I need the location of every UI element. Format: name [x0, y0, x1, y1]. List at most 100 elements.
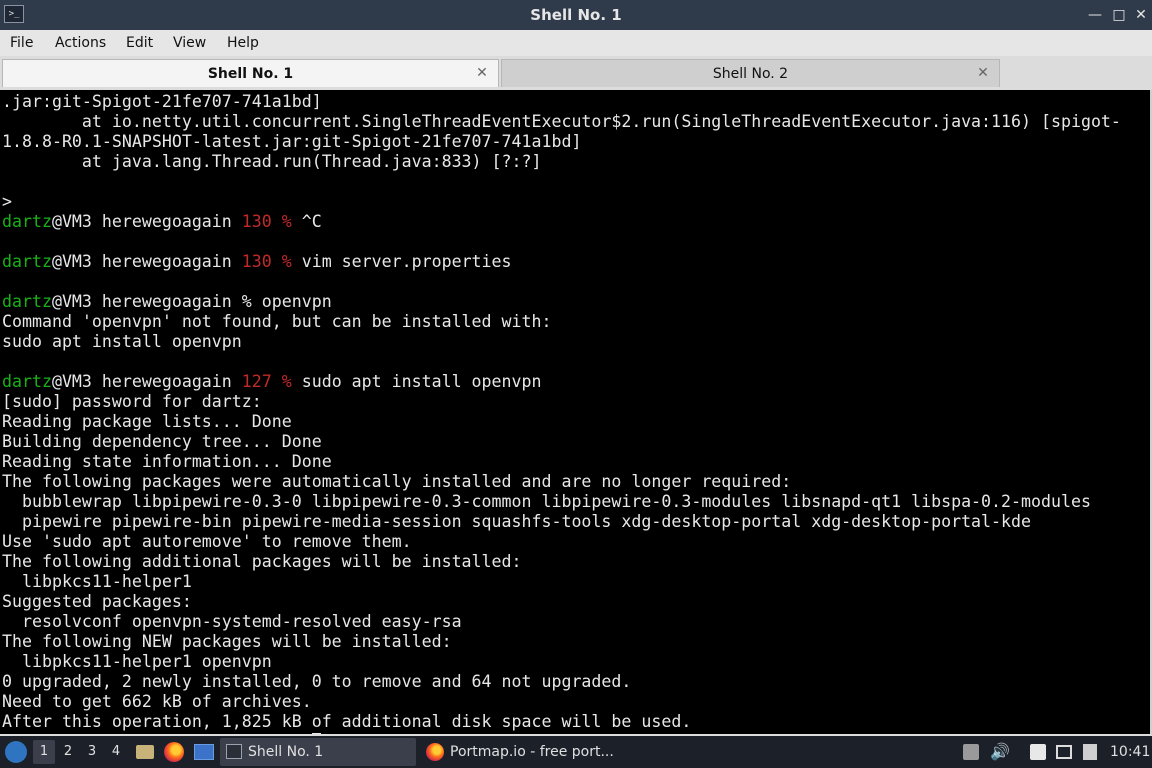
terminal-text: at java.lang.Thread.run(Thread.java:833)…	[2, 152, 542, 171]
terminal-text: The following packages were automaticall…	[2, 472, 792, 491]
taskbar: 1 2 3 4 Shell No. 1 Portmap.io - free po…	[0, 736, 1152, 768]
terminal-text: Building dependency tree... Done	[2, 432, 322, 451]
terminal-text: at io.netty.util.concurrent.SingleThread…	[2, 112, 1121, 131]
terminal-line: The following packages were automaticall…	[2, 472, 1150, 492]
tab-shell-2[interactable]: Shell No. 2 ✕	[501, 59, 1000, 87]
firefox-icon	[426, 743, 444, 761]
start-menu-icon[interactable]	[5, 741, 27, 763]
minimize-icon[interactable]: —	[1084, 3, 1106, 27]
terminal-line: >	[2, 192, 1150, 212]
terminal-line: Reading package lists... Done	[2, 412, 1150, 432]
menu-help[interactable]: Help	[227, 30, 259, 56]
terminal-text: After this operation, 1,825 kB of additi…	[2, 712, 692, 731]
clipboard-icon[interactable]	[1030, 744, 1046, 760]
tab-shell-1[interactable]: Shell No. 1 ✕	[2, 59, 499, 87]
terminal-text: @VM3 herewegoagain	[51, 212, 242, 231]
terminal-line: After this operation, 1,825 kB of additi…	[2, 712, 1150, 732]
menu-bar: File Actions Edit View Help	[0, 30, 1152, 56]
terminal-line: sudo apt install openvpn	[2, 332, 1150, 352]
task-label: Portmap.io - free port...	[450, 744, 614, 760]
terminal-text: >	[2, 192, 12, 211]
terminal-text: [sudo] password for dartz:	[2, 392, 262, 411]
terminal-text: Reading package lists... Done	[2, 412, 292, 431]
close-tab-icon[interactable]: ✕	[975, 65, 991, 81]
terminal-line: Command 'openvpn' not found, but can be …	[2, 312, 1150, 332]
prompt-user: dartz	[2, 292, 52, 311]
menu-edit[interactable]: Edit	[126, 30, 153, 56]
clock[interactable]: 10:41	[1110, 736, 1150, 768]
volume-icon[interactable]: 🔊	[990, 736, 1010, 768]
terminal-text: 1.8.8-R0.1-SNAPSHOT-latest.jar:git-Spigo…	[2, 132, 582, 151]
title-bar[interactable]: >_ Shell No. 1 — □ ✕	[0, 0, 1152, 30]
terminal-text: @VM3 herewegoagain	[51, 372, 242, 391]
terminal-line: Building dependency tree... Done	[2, 432, 1150, 452]
terminal-text: Do you want to continue? [Y/n]	[2, 732, 312, 734]
terminal-line: The following NEW packages will be insta…	[2, 632, 1150, 652]
terminal-line: dartz@VM3 herewegoagain 127 % sudo apt i…	[2, 372, 1150, 392]
task-portmap-firefox[interactable]: Portmap.io - free port...	[420, 738, 630, 766]
terminal-text: sudo apt install openvpn	[2, 332, 242, 351]
workspace-2[interactable]: 2	[57, 736, 79, 768]
terminal-line: [sudo] password for dartz:	[2, 392, 1150, 412]
terminal-line: dartz@VM3 herewegoagain 130 % ^C	[2, 212, 1150, 232]
terminal-line: Reading state information... Done	[2, 452, 1150, 472]
prompt-user: dartz	[2, 252, 52, 271]
close-tab-icon[interactable]: ✕	[474, 65, 490, 81]
terminal-text: Reading state information... Done	[2, 452, 332, 471]
terminal-text: sudo apt install openvpn	[291, 372, 542, 391]
terminal-line: bubblewrap libpipewire-0.3-0 libpipewire…	[2, 492, 1150, 512]
terminal-text: .jar:git-Spigot-21fe707-741a1bd]	[2, 92, 322, 111]
terminal-line: .jar:git-Spigot-21fe707-741a1bd]	[2, 92, 1150, 112]
terminal-text: resolvconf openvpn-systemd-resolved easy…	[2, 612, 462, 631]
terminal-text: Need to get 662 kB of archives.	[2, 692, 312, 711]
terminal-icon	[226, 744, 242, 759]
terminal-line: Use 'sudo apt autoremove' to remove them…	[2, 532, 1150, 552]
workspace-1[interactable]: 1	[33, 740, 55, 764]
terminal-line: Do you want to continue? [Y/n]	[2, 732, 1150, 734]
show-desktop-icon[interactable]	[194, 744, 214, 760]
terminal-line: Suggested packages:	[2, 592, 1150, 612]
menu-actions[interactable]: Actions	[55, 30, 106, 56]
removable-drive-icon[interactable]	[963, 744, 979, 760]
prompt-user: dartz	[2, 372, 52, 391]
terminal-line: The following additional packages will b…	[2, 552, 1150, 572]
terminal-text: Use 'sudo apt autoremove' to remove them…	[2, 532, 412, 551]
maximize-icon[interactable]: □	[1108, 3, 1130, 27]
terminal-line: dartz@VM3 herewegoagain 130 % vim server…	[2, 252, 1150, 272]
terminal-text: The following additional packages will b…	[2, 552, 522, 571]
terminal-line: at java.lang.Thread.run(Thread.java:833)…	[2, 152, 1150, 172]
firefox-icon[interactable]	[164, 742, 184, 762]
network-icon[interactable]	[1056, 745, 1072, 759]
terminal-line: dartz@VM3 herewegoagain % openvpn	[2, 292, 1150, 312]
terminal-line: 1.8.8-R0.1-SNAPSHOT-latest.jar:git-Spigo…	[2, 132, 1150, 152]
terminal-line: Need to get 662 kB of archives.	[2, 692, 1150, 712]
notifications-icon[interactable]	[1083, 744, 1097, 760]
exit-code: 127 %	[241, 372, 292, 391]
tab-bar: Shell No. 1 ✕ Shell No. 2 ✕	[0, 57, 1152, 88]
workspace-4[interactable]: 4	[105, 736, 127, 768]
terminal-text: pipewire pipewire-bin pipewire-media-ses…	[2, 512, 1031, 531]
terminal-text: The following NEW packages will be insta…	[2, 632, 452, 651]
terminal-text: 0 upgraded, 2 newly installed, 0 to remo…	[2, 672, 632, 691]
terminal-text: vim server.properties	[291, 252, 512, 271]
tab-label: Shell No. 1	[207, 66, 294, 82]
workspace-3[interactable]: 3	[81, 736, 103, 768]
menu-view[interactable]: View	[173, 30, 206, 56]
terminal-line: libpkcs11-helper1	[2, 572, 1150, 592]
terminal-output[interactable]: .jar:git-Spigot-21fe707-741a1bd] at io.n…	[0, 90, 1150, 734]
terminal-line: resolvconf openvpn-systemd-resolved easy…	[2, 612, 1150, 632]
menu-file[interactable]: File	[10, 30, 33, 56]
file-manager-icon[interactable]	[136, 745, 154, 759]
close-icon[interactable]: ✕	[1130, 3, 1152, 27]
terminal-text: ^C	[291, 212, 322, 231]
terminal-text: bubblewrap libpipewire-0.3-0 libpipewire…	[2, 492, 1091, 511]
text-cursor	[311, 733, 321, 734]
terminal-line: libpkcs11-helper1 openvpn	[2, 652, 1150, 672]
exit-code: 130 %	[241, 252, 292, 271]
task-shell-no-1[interactable]: Shell No. 1	[220, 738, 416, 766]
prompt-user: dartz	[2, 212, 52, 231]
